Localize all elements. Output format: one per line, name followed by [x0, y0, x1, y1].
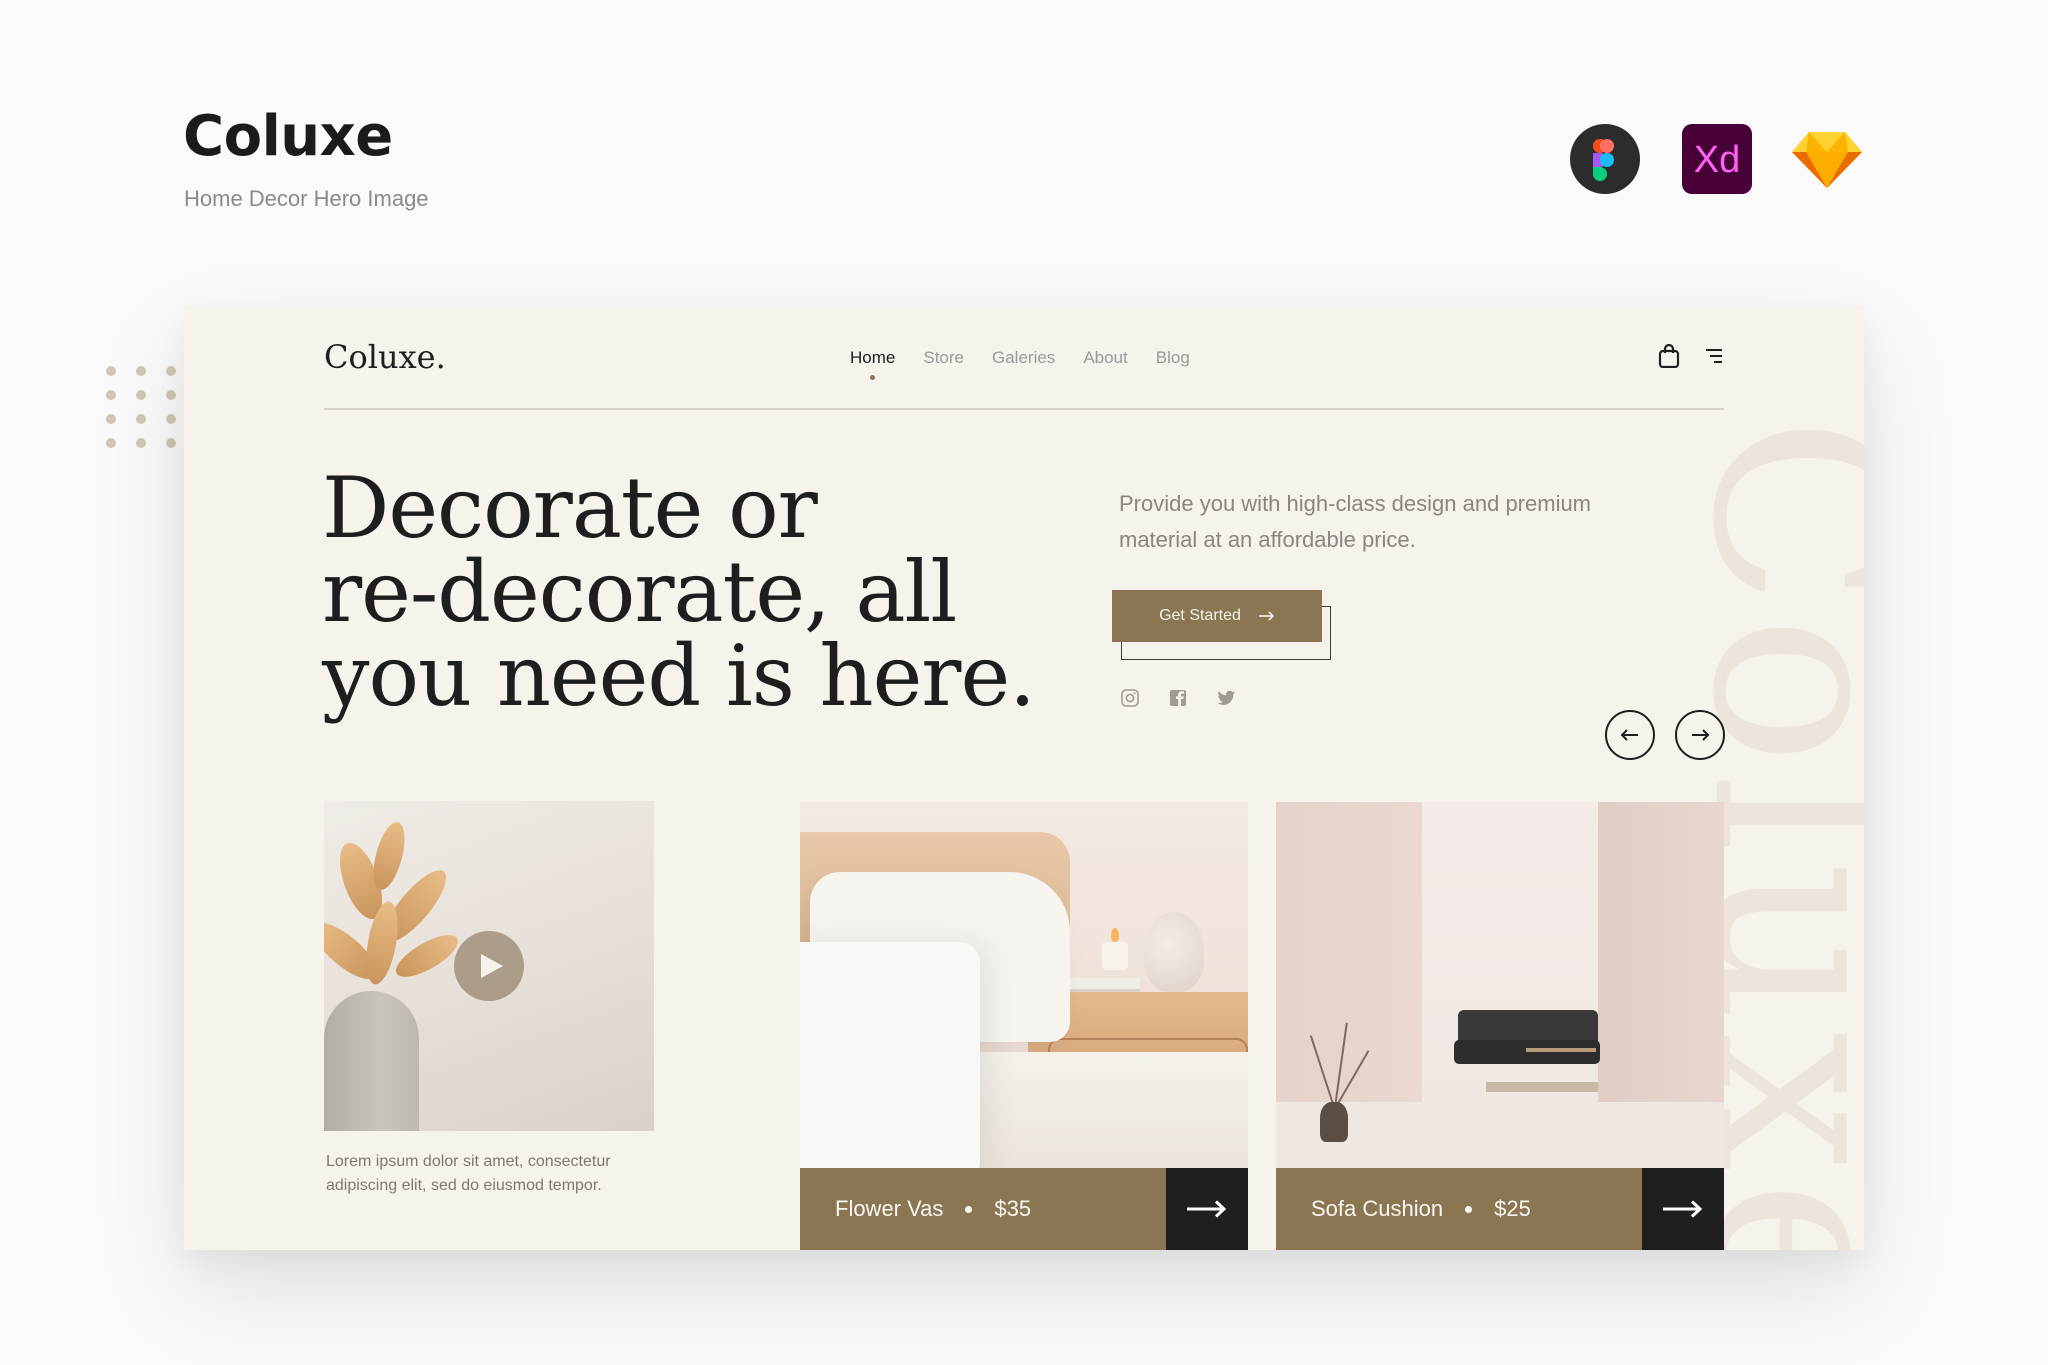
hero-mockup: Coluxe Coluxe. Home Store Galeries About…: [184, 306, 1864, 1250]
product-card[interactable]: Flower Vas $35: [800, 802, 1248, 1250]
nav-item-blog[interactable]: Blog: [1156, 348, 1190, 368]
cta-group: Get Started: [1112, 590, 1332, 660]
previous-button[interactable]: [1605, 710, 1655, 760]
shopping-bag-icon[interactable]: [1658, 343, 1680, 369]
adobe-xd-label: Xd: [1694, 139, 1740, 181]
decorative-dot-grid: [106, 366, 186, 456]
adobe-xd-icon: Xd: [1682, 124, 1752, 194]
facebook-icon[interactable]: [1168, 688, 1188, 708]
nav-item-about[interactable]: About: [1083, 348, 1127, 368]
product-photo-living-room: [1276, 802, 1724, 1168]
product-photo-bedroom: [800, 802, 1248, 1168]
product-price: $25: [1494, 1196, 1531, 1221]
sketch-icon: [1792, 124, 1862, 194]
product-arrow-button[interactable]: [1166, 1168, 1248, 1250]
arrow-right-icon: [1258, 611, 1275, 621]
get-started-label: Get Started: [1159, 607, 1241, 624]
hero-headline: Decorate or re-decorate, all you need is…: [322, 466, 1102, 718]
main-nav: Home Store Galeries About Blog: [850, 348, 1190, 380]
site-logo[interactable]: Coluxe.: [324, 338, 446, 376]
video-caption: Lorem ipsum dolor sit amet, consectetur …: [326, 1153, 611, 1194]
product-price: $35: [994, 1196, 1032, 1221]
arrow-right-icon: [1187, 1200, 1227, 1218]
nav-item-galeries[interactable]: Galeries: [992, 348, 1055, 368]
product-name: Sofa Cushion: [1311, 1196, 1444, 1221]
presentation-subtitle: Home Decor Hero Image: [184, 186, 429, 211]
figma-icon: [1570, 124, 1640, 194]
product-name: Flower Vas: [835, 1196, 944, 1221]
product-card[interactable]: Sofa Cushion $25: [1276, 802, 1724, 1250]
next-button[interactable]: [1675, 710, 1725, 760]
nav-divider: [324, 408, 1724, 410]
arrow-right-icon: [1663, 1200, 1703, 1218]
headline-line: Decorate or: [322, 459, 818, 557]
arrow-right-icon: [1692, 729, 1710, 741]
vase-image: [324, 991, 419, 1131]
nav-item-home[interactable]: Home: [850, 348, 895, 380]
play-button[interactable]: [454, 931, 524, 1001]
play-icon: [480, 954, 503, 978]
video-thumbnail[interactable]: [324, 801, 654, 1131]
instagram-icon[interactable]: [1120, 688, 1140, 708]
separator-dot: [965, 1205, 973, 1213]
product-info-bar: Flower Vas $35: [800, 1168, 1166, 1250]
product-info-bar: Sofa Cushion $25: [1276, 1168, 1642, 1250]
headline-line: you need is here.: [322, 627, 1036, 725]
get-started-button[interactable]: Get Started: [1112, 590, 1322, 642]
menu-icon[interactable]: [1704, 348, 1724, 364]
hero-tagline: Provide you with high-class design and p…: [1119, 491, 1592, 552]
product-arrow-button[interactable]: [1642, 1168, 1724, 1250]
twitter-icon[interactable]: [1216, 688, 1236, 708]
nav-item-store[interactable]: Store: [923, 348, 964, 368]
separator-dot: [1465, 1205, 1473, 1213]
presentation-title: Coluxe: [183, 104, 393, 169]
headline-line: re-decorate, all: [322, 543, 957, 641]
social-links: [1120, 688, 1236, 708]
arrow-left-icon: [1620, 729, 1638, 741]
